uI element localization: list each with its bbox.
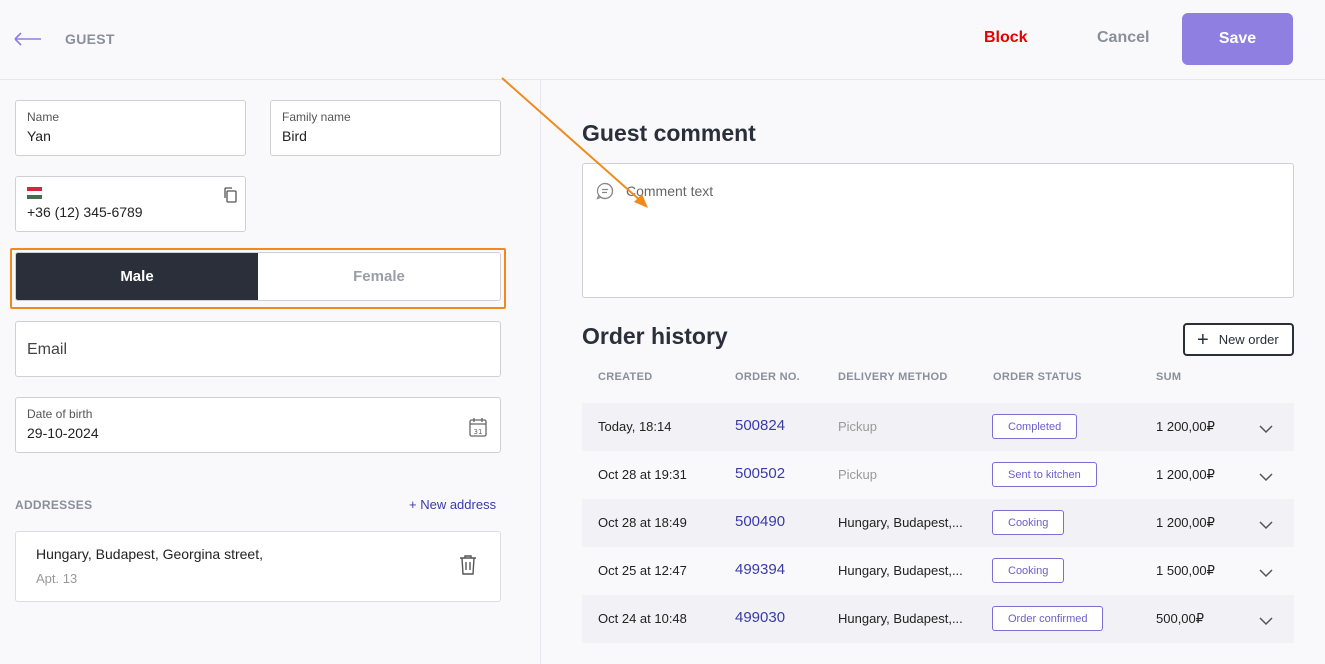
new-order-label: New order: [1218, 332, 1279, 347]
page-header: GUEST Block Cancel Save: [0, 0, 1325, 80]
address-card[interactable]: Hungary, Budapest, Georgina street, Apt.…: [15, 531, 501, 602]
table-row[interactable]: Oct 25 at 12:47 499394 Hungary, Budapest…: [582, 547, 1294, 595]
family-name-field[interactable]: Family name Bird: [270, 100, 501, 156]
svg-text:31: 31: [474, 428, 483, 436]
comment-icon: [596, 182, 614, 200]
chevron-down-icon[interactable]: [1259, 565, 1273, 578]
email-field[interactable]: Email: [15, 321, 501, 377]
table-row[interactable]: Today, 18:14 500824 Pickup Completed 1 2…: [582, 403, 1294, 451]
calendar-icon[interactable]: 31: [469, 417, 487, 437]
new-order-button[interactable]: + New order: [1183, 323, 1294, 356]
name-label: Name: [27, 110, 60, 124]
family-name-label: Family name: [282, 110, 351, 124]
cell-delivery: Pickup: [838, 419, 878, 434]
cell-delivery: Pickup: [838, 467, 878, 482]
status-badge: Cooking: [992, 558, 1065, 583]
status-badge: Sent to kitchen: [992, 462, 1097, 487]
new-address-link[interactable]: + New address: [409, 497, 496, 512]
col-order-no: ORDER NO.: [735, 371, 801, 383]
gender-toggle[interactable]: Male Female: [15, 252, 501, 301]
cell-sum: 500,00₽: [1156, 611, 1205, 626]
cell-delivery: Hungary, Budapest,...: [838, 515, 963, 530]
cell-order-no[interactable]: 499394: [735, 561, 785, 578]
cell-order-no[interactable]: 500824: [735, 417, 785, 434]
guest-form-panel: Name Yan Family name Bird +36 (12) 345-6…: [0, 80, 541, 664]
cell-sum: 1 200,00₽: [1156, 419, 1215, 434]
cell-delivery: Hungary, Budapest,...: [838, 563, 963, 578]
col-delivery: DELIVERY METHOD: [838, 371, 948, 383]
cancel-button[interactable]: Cancel: [1097, 29, 1149, 47]
cell-sum: 1 500,00₽: [1156, 563, 1215, 578]
table-row[interactable]: Oct 24 at 10:48 499030 Hungary, Budapest…: [582, 595, 1294, 643]
comment-placeholder: Comment text: [626, 183, 714, 199]
plus-icon: +: [1197, 328, 1209, 351]
back-arrow-icon[interactable]: [14, 26, 42, 52]
cell-sum: 1 200,00₽: [1156, 515, 1215, 530]
col-created: CREATED: [598, 371, 653, 383]
chevron-down-icon[interactable]: [1259, 613, 1273, 626]
status-badge: Order confirmed: [992, 606, 1104, 631]
cell-created: Oct 28 at 19:31: [598, 467, 687, 482]
order-history-title: Order history: [582, 323, 728, 349]
name-field[interactable]: Name Yan: [15, 100, 246, 156]
copy-icon[interactable]: [223, 187, 237, 203]
chevron-down-icon[interactable]: [1259, 469, 1273, 482]
chevron-down-icon[interactable]: [1259, 421, 1273, 434]
phone-value: +36 (12) 345-6789: [27, 204, 143, 220]
cell-order-no[interactable]: 500502: [735, 465, 785, 482]
cell-sum: 1 200,00₽: [1156, 467, 1215, 482]
col-status: ORDER STATUS: [993, 371, 1082, 383]
chevron-down-icon[interactable]: [1259, 517, 1273, 530]
guest-comment-title: Guest comment: [582, 120, 756, 146]
details-panel: Guest comment Comment text Order history…: [542, 80, 1325, 664]
family-name-value: Bird: [282, 128, 307, 144]
status-badge: Cooking: [992, 510, 1065, 535]
trash-icon[interactable]: [459, 554, 477, 576]
birth-date-label: Date of birth: [27, 407, 93, 421]
table-row[interactable]: Oct 28 at 19:31 500502 Pickup Sent to ki…: [582, 451, 1294, 499]
status-badge: Completed: [992, 414, 1078, 439]
cell-order-no[interactable]: 500490: [735, 513, 785, 530]
phone-field[interactable]: +36 (12) 345-6789: [15, 176, 246, 232]
cell-created: Today, 18:14: [598, 419, 672, 434]
address-line1: Hungary, Budapest, Georgina street,: [36, 546, 263, 562]
hungary-flag-icon[interactable]: [27, 187, 42, 199]
comment-textarea[interactable]: Comment text: [582, 163, 1294, 298]
email-placeholder: Email: [27, 341, 68, 358]
gender-female-button[interactable]: Female: [258, 253, 500, 300]
birth-date-value: 29-10-2024: [27, 425, 99, 441]
name-value: Yan: [27, 128, 51, 144]
save-button[interactable]: Save: [1182, 13, 1293, 65]
page-title: GUEST: [65, 31, 115, 47]
birth-date-field[interactable]: Date of birth 29-10-2024 31: [15, 397, 501, 453]
gender-male-button[interactable]: Male: [16, 253, 258, 300]
table-row[interactable]: Oct 28 at 18:49 500490 Hungary, Budapest…: [582, 499, 1294, 547]
cell-created: Oct 28 at 18:49: [598, 515, 687, 530]
cell-order-no[interactable]: 499030: [735, 609, 785, 626]
block-button[interactable]: Block: [984, 29, 1028, 47]
address-line2: Apt. 13: [36, 571, 78, 586]
addresses-title: ADDRESSES: [15, 498, 93, 512]
cell-created: Oct 25 at 12:47: [598, 563, 687, 578]
cell-delivery: Hungary, Budapest,...: [838, 611, 963, 626]
cell-created: Oct 24 at 10:48: [598, 611, 687, 626]
col-sum: SUM: [1156, 371, 1182, 383]
